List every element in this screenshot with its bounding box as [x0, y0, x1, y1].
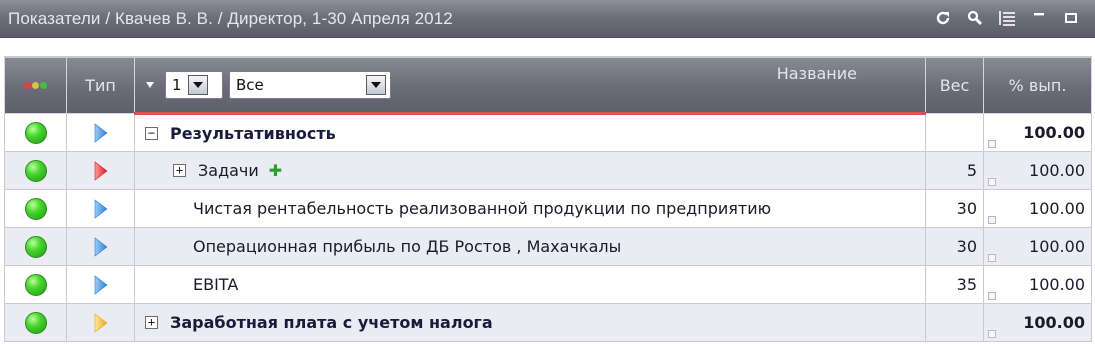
cell-marker-icon — [988, 140, 996, 148]
row-name: Операционная прибыль по ДБ Ростов , Маха… — [193, 237, 622, 256]
status-cell — [4, 303, 67, 342]
type-cell — [66, 227, 135, 266]
table-row[interactable]: Чистая рентабельность реализованной прод… — [4, 189, 1092, 228]
table-row[interactable]: + Задачи ✚ 5 100.00 — [4, 151, 1092, 190]
name-cell[interactable]: Чистая рентабельность реализованной прод… — [134, 189, 926, 228]
percent-column-header[interactable]: % вып. — [983, 56, 1092, 114]
weight-column-header[interactable]: Вес — [925, 56, 984, 114]
type-cell — [66, 303, 135, 342]
table-row[interactable]: − Результативность 100.00 — [4, 113, 1092, 152]
maximize-icon[interactable] — [1061, 8, 1081, 28]
collapse-icon[interactable]: − — [145, 126, 158, 140]
status-green-icon — [24, 273, 47, 296]
window-tools — [933, 8, 1081, 28]
cell-marker-icon — [988, 216, 996, 224]
status-green-icon — [24, 311, 47, 334]
status-cell — [4, 265, 67, 304]
weight-cell: 30 — [925, 189, 984, 228]
percent-value: 100.00 — [1023, 313, 1085, 332]
type-cell — [66, 189, 135, 228]
row-name: Заработная плата с учетом налога — [170, 313, 493, 332]
name-cell[interactable]: + Задачи ✚ — [134, 151, 926, 190]
filter-select[interactable]: Все — [229, 71, 391, 99]
indicators-grid: Тип 1 Все Название Вес % вып. − Результа… — [4, 56, 1092, 346]
cell-marker-icon — [988, 178, 996, 186]
window-title: Показатели / Квачев В. В. / Директор, 1-… — [8, 8, 453, 28]
type-cell — [66, 113, 135, 152]
type-arrow-icon — [94, 274, 107, 295]
weight-cell — [925, 303, 984, 342]
type-arrow-icon — [94, 198, 107, 219]
chevron-down-icon[interactable] — [366, 75, 386, 95]
name-cell[interactable]: − Результативность — [134, 113, 926, 152]
name-cell[interactable]: + Заработная плата с учетом налога — [134, 303, 926, 342]
status-green-icon — [24, 197, 47, 220]
percent-cell: 100.00 — [983, 189, 1092, 228]
percent-cell: 100.00 — [983, 227, 1092, 266]
status-cell — [4, 189, 67, 228]
table-row[interactable]: EBITA 35 100.00 — [4, 265, 1092, 304]
row-name: Результативность — [170, 123, 336, 143]
status-cell — [4, 113, 67, 152]
name-column-header[interactable]: 1 Все Название — [134, 56, 926, 115]
cell-marker-icon — [988, 292, 996, 300]
expand-icon[interactable]: + — [145, 316, 158, 329]
grid-body: − Результативность 100.00 + Задачи ✚ 5 100.… — [4, 113, 1092, 342]
percent-value: 100.00 — [1029, 275, 1085, 294]
row-name: EBITA — [193, 275, 239, 294]
weight-cell: 35 — [925, 265, 984, 304]
status-lights-icon — [5, 82, 66, 89]
percent-value: 100.00 — [1029, 237, 1085, 256]
status-green-icon — [24, 159, 47, 182]
percent-value: 100.00 — [1023, 123, 1085, 142]
name-column-label: Название — [776, 64, 857, 83]
collapse-all-icon[interactable] — [145, 80, 155, 90]
status-green-icon — [24, 235, 47, 258]
minimize-icon[interactable] — [1029, 8, 1049, 28]
percent-cell: 100.00 — [983, 113, 1092, 152]
level-select[interactable]: 1 — [165, 71, 223, 99]
chevron-down-icon[interactable] — [187, 75, 208, 95]
name-cell[interactable]: EBITA — [134, 265, 926, 304]
level-select-value: 1 — [172, 76, 182, 94]
cell-marker-icon — [988, 254, 996, 262]
percent-value: 100.00 — [1029, 199, 1085, 218]
table-row[interactable]: + Заработная плата с учетом налога 100.00 — [4, 303, 1092, 342]
status-green-icon — [24, 121, 47, 144]
refresh-icon[interactable] — [933, 8, 953, 28]
status-cell — [4, 227, 67, 266]
type-arrow-icon — [94, 312, 107, 333]
window-titlebar: Показатели / Квачев В. В. / Директор, 1-… — [0, 0, 1095, 38]
percent-cell: 100.00 — [983, 151, 1092, 190]
weight-cell — [925, 113, 984, 152]
weight-cell: 30 — [925, 227, 984, 266]
row-name: Задачи — [198, 161, 259, 180]
type-arrow-icon — [94, 122, 107, 143]
search-icon[interactable] — [965, 8, 985, 28]
percent-value: 100.00 — [1029, 161, 1085, 180]
status-column-header[interactable] — [4, 56, 67, 114]
type-arrow-icon — [94, 236, 107, 257]
status-cell — [4, 151, 67, 190]
add-task-icon[interactable]: ✚ — [269, 161, 282, 180]
name-cell[interactable]: Операционная прибыль по ДБ Ростов , Маха… — [134, 227, 926, 266]
expand-icon[interactable]: + — [173, 164, 186, 177]
type-arrow-icon — [94, 160, 107, 181]
list-icon[interactable] — [997, 8, 1017, 28]
percent-cell: 100.00 — [983, 265, 1092, 304]
cell-marker-icon — [988, 330, 996, 338]
filter-select-value: Все — [236, 76, 264, 94]
type-cell — [66, 265, 135, 304]
percent-cell: 100.00 — [983, 303, 1092, 342]
type-column-header[interactable]: Тип — [66, 56, 135, 114]
indicators-table: Тип 1 Все Название Вес % вып. − Результа… — [4, 56, 1092, 342]
weight-cell: 5 — [925, 151, 984, 190]
table-row[interactable]: Операционная прибыль по ДБ Ростов , Маха… — [4, 227, 1092, 266]
row-name: Чистая рентабельность реализованной прод… — [193, 199, 772, 218]
type-cell — [66, 151, 135, 190]
